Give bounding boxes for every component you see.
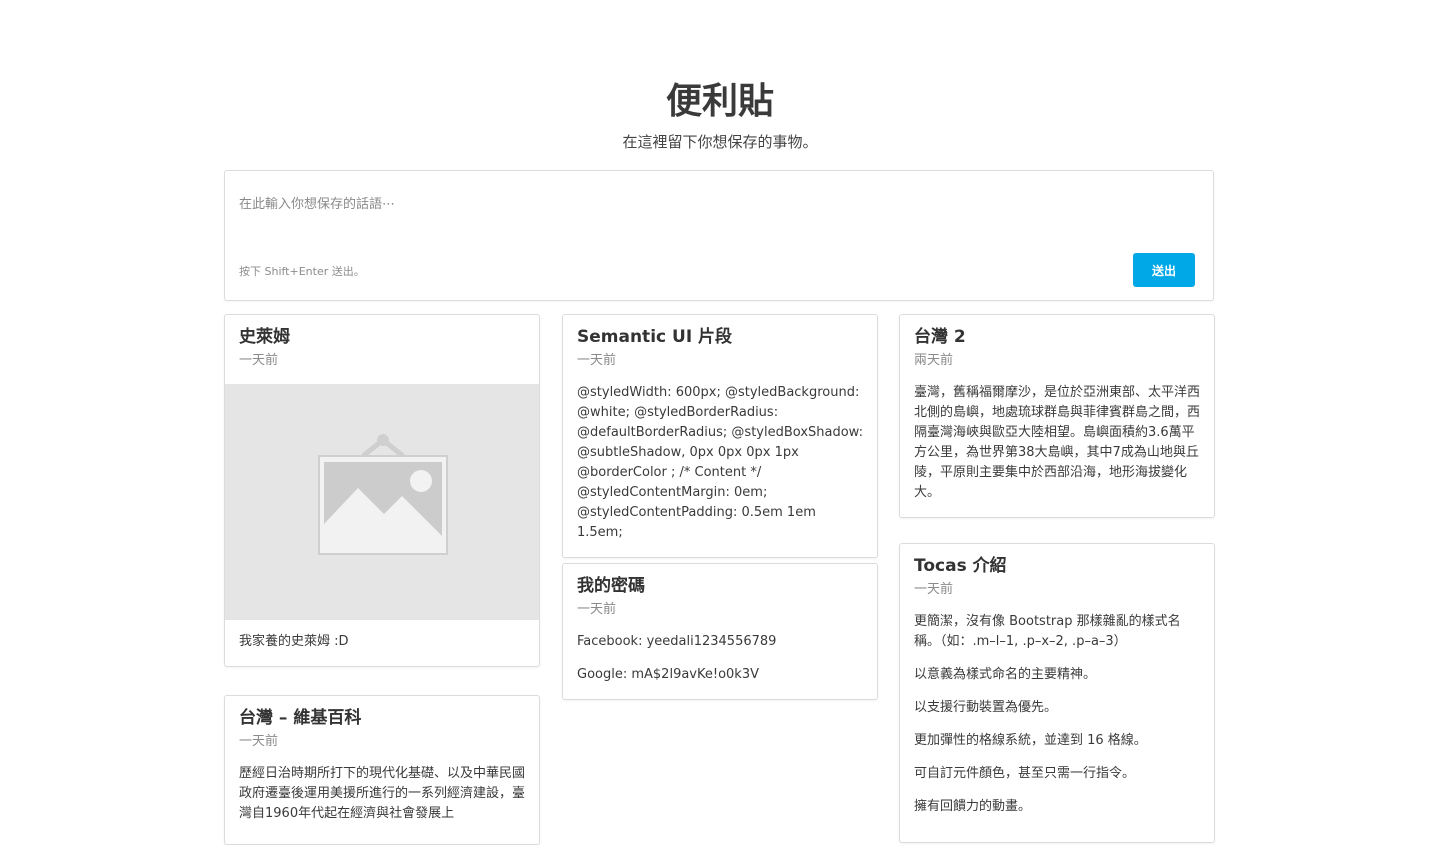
note-text: 歷經日治時期所打下的現代化基礎、以及中華民國政府遷臺後運用美援所進行的一系列經濟… [239,766,526,821]
note-card-taiwan-wiki[interactable]: 台灣 – 維基百科 一天前 歷經日治時期所打下的現代化基礎、以及中華民國政府遷臺… [224,695,540,845]
page-subtitle: 在這裡留下你想保存的事物。 [622,133,818,151]
note-image [225,384,539,620]
note-title: 史萊姆 [239,327,290,347]
note-title: Tocas 介紹 [914,556,1007,576]
image-placeholder-icon [318,434,448,555]
page-title: 便利貼 [665,81,774,122]
page-header: 便利貼 在這裡留下你想保存的事物。 [0,78,1440,152]
note-line: 擁有回饋力的動畫。 [914,799,1032,814]
send-button[interactable]: 送出 [1133,253,1195,287]
note-line: Facebook: yeedali1234556789 [577,634,777,649]
note-card-taiwan-2[interactable]: 台灣 2 兩天前 臺灣，舊稱福爾摩沙，是位於亞洲東部、太平洋西北側的島嶼，地處琉… [899,314,1215,518]
note-card-slime[interactable]: 史萊姆 一天前 我家養的史萊姆 :D [224,314,540,667]
note-time: 一天前 [914,582,954,597]
submit-hint: 按下 Shift+Enter 送出。 [239,265,365,278]
note-text: 臺灣，舊稱福爾摩沙，是位於亞洲東部、太平洋西北側的島嶼，地處琉球群島與菲律賓群島… [914,385,1201,500]
note-card-tocas[interactable]: Tocas 介紹 一天前 更簡潔，沒有像 Bootstrap 那樣雜亂的樣式名稱… [899,543,1215,843]
note-line: 更簡潔，沒有像 Bootstrap 那樣雜亂的樣式名稱。（如：.m–l–1, .… [914,614,1181,649]
note-time: 一天前 [239,353,279,368]
note-text: @styledWidth: 600px; @styledBackground: … [577,385,863,540]
note-line: 以意義為樣式命名的主要精神。 [914,667,1097,682]
note-caption: 我家養的史萊姆 :D [239,634,349,649]
note-time: 兩天前 [914,353,954,368]
note-time: 一天前 [577,602,617,617]
note-title: 台灣 – 維基百科 [239,708,362,728]
note-title: 我的密碼 [577,576,645,596]
note-input[interactable] [239,193,1199,243]
note-line: Google: mA$2l9avKe!o0k3V [577,667,759,682]
note-card-passwords[interactable]: 我的密碼 一天前 Facebook: yeedali1234556789 Goo… [562,563,878,700]
note-card-semantic-ui[interactable]: Semantic UI 片段 一天前 @styledWidth: 600px; … [562,314,878,558]
note-composer: 按下 Shift+Enter 送出。 送出 [224,170,1214,301]
note-line: 以支援行動裝置為優先。 [914,700,1058,715]
note-line: 更加彈性的格線系統，並達到 16 格線。 [914,733,1147,748]
note-time: 一天前 [239,734,279,749]
note-title: Semantic UI 片段 [577,327,733,347]
note-line: 可自訂元件顏色，甚至只需一行指令。 [914,766,1136,781]
note-title: 台灣 2 [914,327,966,347]
note-time: 一天前 [577,353,617,368]
